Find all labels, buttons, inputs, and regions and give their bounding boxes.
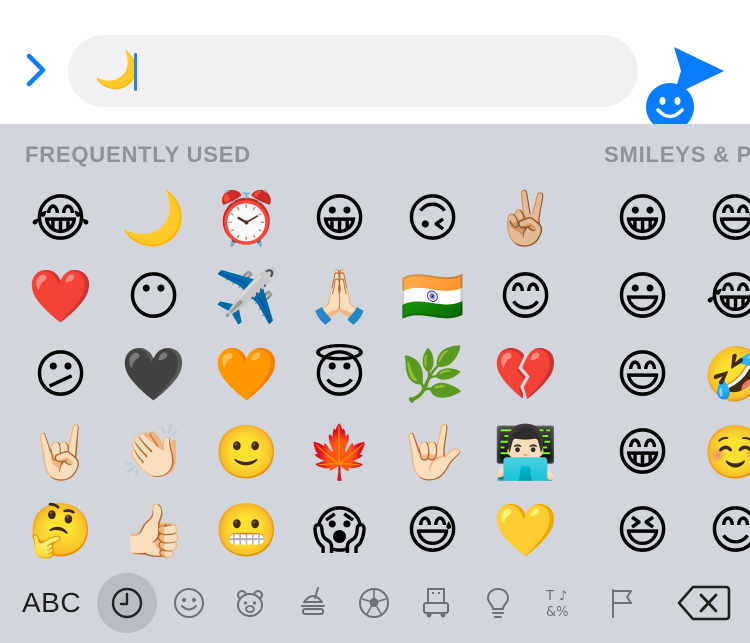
lightbulb-icon (487, 588, 509, 618)
text-caret (134, 53, 137, 91)
category-smileys-button[interactable] (159, 573, 219, 633)
emoji-key[interactable]: 😄 (596, 336, 689, 414)
emoji-key[interactable]: 🧡 (200, 336, 293, 414)
emoji-key[interactable]: 😊 (479, 258, 572, 336)
emoji-key[interactable]: 🇮🇳 (386, 258, 479, 336)
emoji-key[interactable]: 💔 (479, 336, 572, 414)
emoji-key[interactable]: 😕 (14, 336, 107, 414)
emoji-key[interactable]: 🤔 (14, 492, 107, 570)
emoji-key[interactable]: 🖤 (107, 336, 200, 414)
soccer-ball-icon (359, 588, 389, 618)
emoji-key[interactable]: 🍁 (293, 414, 386, 492)
abc-keyboard-button[interactable]: ABC (22, 583, 81, 623)
emoji-key[interactable]: 😊 (689, 492, 750, 570)
category-recent-button[interactable] (97, 573, 157, 633)
emoji-key[interactable]: 😃 (596, 258, 689, 336)
emoji-keyboard: FREQUENTLY USED SMILEYS & P 😂 ❤️ 😕 🤘🏻 🤔 … (0, 124, 750, 573)
emoji-key[interactable]: ❤️ (14, 258, 107, 336)
category-food-button[interactable] (283, 573, 343, 633)
emoji-key[interactable]: 😇 (293, 336, 386, 414)
burger-icon (301, 587, 325, 615)
emoji-key[interactable]: 🤣 (689, 336, 750, 414)
category-animals-button[interactable] (220, 573, 280, 633)
frequently-used-emoji-grid: 😂 ❤️ 😕 🤘🏻 🤔 🌙 😶 🖤 👏🏻 👍🏻 ⏰ ✈️ 🧡 🙂 😬 😀 🙏🏻 … (14, 180, 572, 570)
emoji-key[interactable]: 🌙 (107, 180, 200, 258)
emoji-key[interactable]: 🤟🏻 (386, 414, 479, 492)
bear-face-icon (237, 590, 263, 617)
send-button[interactable] (668, 42, 728, 100)
emoji-key[interactable]: 😁 (596, 414, 689, 492)
emoji-key[interactable]: 👨🏻‍💻 (479, 414, 572, 492)
emoji-key[interactable]: 😀 (596, 180, 689, 258)
category-objects-button[interactable] (468, 573, 528, 633)
message-input-value: 🌙 (94, 50, 139, 91)
smileys-emoji-grid: 😀 😃 😄 😁 😆 😅 😂 🤣 ☺️ 😊 (596, 180, 750, 570)
emoji-key[interactable]: ☺️ (689, 414, 750, 492)
emoji-key[interactable]: 😅 (689, 180, 750, 258)
emoji-key[interactable]: 😂 (689, 258, 750, 336)
section-title-frequently-used: FREQUENTLY USED (25, 142, 251, 167)
emoji-key[interactable]: 👏🏻 (107, 414, 200, 492)
emoji-category-bar: ABC T ♪ &% (0, 573, 750, 643)
emoji-key[interactable]: 😱 (293, 492, 386, 570)
flag-icon (612, 589, 632, 618)
emoji-key[interactable]: 🙂 (200, 414, 293, 492)
emoji-key[interactable]: ⏰ (200, 180, 293, 258)
message-input[interactable]: 🌙 (68, 35, 694, 131)
emoji-key[interactable]: 🙃 (386, 180, 479, 258)
svg-text:T: T (545, 589, 554, 604)
category-flags-button[interactable] (592, 573, 652, 633)
svg-text:♪: ♪ (559, 589, 567, 604)
emoji-key[interactable]: 😂 (14, 180, 107, 258)
emoji-key[interactable]: 😅 (386, 492, 479, 570)
send-arrow-icon (674, 47, 724, 95)
symbols-icon: T ♪ &% (545, 589, 569, 620)
category-symbols-button[interactable]: T ♪ &% (530, 573, 590, 633)
chevron-right-icon (26, 53, 46, 87)
backspace-button[interactable] (676, 581, 732, 625)
category-activity-button[interactable] (344, 573, 404, 633)
car-building-icon (423, 588, 449, 618)
svg-text:&%: &% (546, 605, 569, 620)
emoji-key[interactable]: 😀 (293, 180, 386, 258)
expand-chevron-button[interactable] (18, 50, 54, 90)
emoji-key[interactable]: 🙏🏻 (293, 258, 386, 336)
emoji-key[interactable]: 💛 (479, 492, 572, 570)
emoji-key[interactable]: 😶 (107, 258, 200, 336)
emoji-key[interactable]: 🌿 (386, 336, 479, 414)
emoji-key[interactable]: 😆 (596, 492, 689, 570)
clock-icon (111, 587, 143, 619)
compose-bar: 🌙 (0, 0, 750, 131)
emoji-key[interactable]: 🤘🏻 (14, 414, 107, 492)
category-travel-button[interactable] (406, 573, 466, 633)
emoji-key[interactable]: 👍🏻 (107, 492, 200, 570)
delete-backspace-icon (677, 585, 731, 621)
smiley-outline-icon (174, 588, 204, 618)
emoji-key[interactable]: ✌🏼 (479, 180, 572, 258)
section-title-smileys: SMILEYS & P (604, 142, 750, 167)
emoji-key[interactable]: 😬 (200, 492, 293, 570)
emoji-key[interactable]: ✈️ (200, 258, 293, 336)
